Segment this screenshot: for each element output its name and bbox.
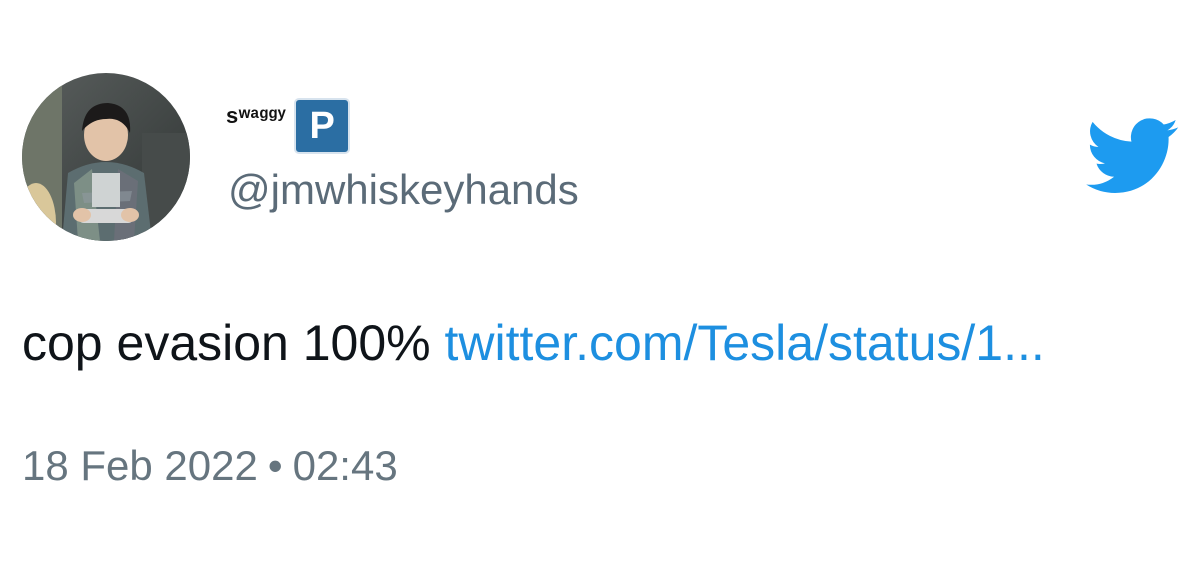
author-display-name[interactable]: sʷᵃᵍᵍʸ: [226, 103, 286, 129]
tweet-body: cop evasion 100% twitter.com/Tesla/statu…: [22, 314, 1045, 372]
tweet-text: cop evasion 100%: [22, 315, 431, 371]
parking-sign-emoji-icon: P: [294, 98, 351, 154]
tweet-link[interactable]: twitter.com/Tesla/status/1...: [445, 315, 1045, 371]
timestamp-separator: •: [267, 442, 283, 489]
twitter-bird-icon[interactable]: [1086, 118, 1180, 196]
author-name-row: sʷᵃᵍᵍʸ P: [226, 96, 351, 156]
tweet-date: 18 Feb 2022: [22, 442, 258, 489]
tweet-timestamp[interactable]: 18 Feb 2022 • 02:43: [22, 442, 398, 490]
avatar[interactable]: [22, 73, 190, 241]
tweet-time: 02:43: [292, 442, 398, 489]
author-handle[interactable]: @jmwhiskeyhands: [228, 166, 579, 214]
tweet-card: sʷᵃᵍᵍʸ P @jmwhiskeyhands cop evasion 100…: [0, 0, 1200, 563]
avatar-photo: [22, 73, 190, 241]
